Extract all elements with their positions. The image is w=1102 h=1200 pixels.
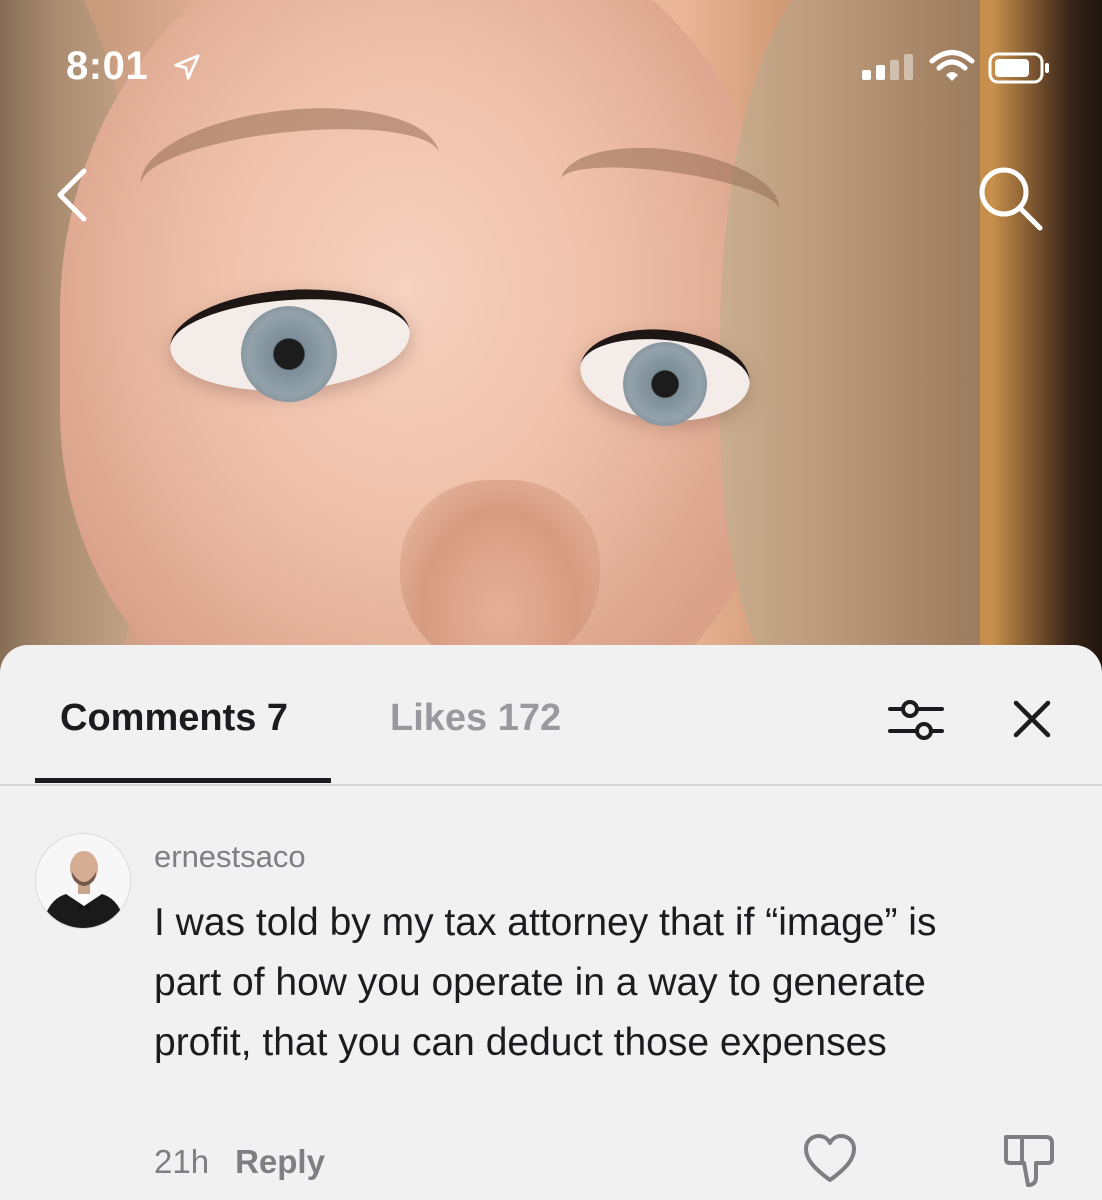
chevron-left-icon[interactable] xyxy=(50,165,98,225)
video-frame-nose xyxy=(400,480,600,670)
avatar[interactable] xyxy=(35,833,131,929)
video-player[interactable]: 8:01 xyxy=(0,0,1102,680)
wifi-icon xyxy=(929,50,975,81)
comments-sheet: Comments 7 Likes 172 ernestsaco I was to… xyxy=(0,645,1102,1200)
screen: 8:01 Comments 7 Likes 172 ernestsaco I w… xyxy=(0,0,1102,1200)
battery-icon xyxy=(988,52,1049,84)
location-arrow-icon xyxy=(174,54,200,80)
heart-icon[interactable] xyxy=(802,1133,858,1185)
signal-icon xyxy=(862,54,913,80)
tab-comments[interactable]: Comments 7 xyxy=(60,697,288,740)
tab-likes[interactable]: Likes 172 xyxy=(390,697,561,740)
comment-text: I was told by my tax attorney that if “i… xyxy=(154,901,937,1064)
status-bar: 8:01 xyxy=(0,0,1102,120)
thumbs-down-icon[interactable] xyxy=(1000,1131,1058,1189)
comments-tabs: Comments 7 Likes 172 xyxy=(0,645,1102,785)
status-time: 8:01 xyxy=(66,44,149,88)
close-icon[interactable] xyxy=(1006,693,1058,745)
sliders-icon[interactable] xyxy=(886,695,946,745)
comment-timestamp: 21h xyxy=(154,1143,210,1180)
comment-meta: 21h Reply xyxy=(154,1143,325,1181)
active-tab-indicator xyxy=(35,778,331,783)
tabs-divider xyxy=(0,784,1102,786)
comment-username[interactable]: ernestsaco xyxy=(154,839,306,875)
reply-button[interactable]: Reply xyxy=(235,1143,325,1181)
search-icon[interactable] xyxy=(972,160,1048,236)
